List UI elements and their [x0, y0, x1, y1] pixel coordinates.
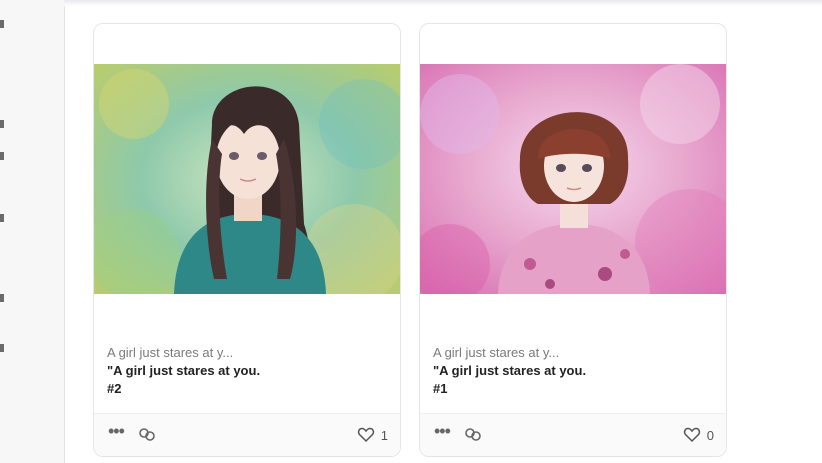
sidebar-mark [0, 120, 4, 128]
like-button[interactable]: 1 [357, 425, 388, 445]
heart-icon [683, 427, 700, 443]
artwork-number: #2 [107, 381, 122, 396]
header-shadow [64, 0, 822, 6]
heart-icon [357, 427, 374, 443]
artwork-full-title: "A girl just stares at you. [107, 363, 261, 378]
card-footer: ••• 1 [94, 413, 400, 456]
link-icon[interactable] [138, 426, 156, 442]
more-dots-icon[interactable]: ••• [434, 422, 454, 440]
like-count: 1 [380, 427, 388, 443]
sidebar-mark [0, 152, 4, 160]
sidebar-mark [0, 344, 4, 352]
sidebar-mark [0, 214, 4, 222]
artwork-card[interactable]: A girl just stares at y... "A girl just … [419, 23, 727, 457]
left-sidebar-strip [0, 0, 65, 463]
like-count: 0 [706, 427, 714, 443]
sidebar-mark [0, 20, 4, 28]
card-footer: ••• 0 [420, 413, 726, 456]
more-dots-icon[interactable]: ••• [108, 422, 128, 440]
artwork-meta: A girl just stares at y... "A girl just … [107, 344, 387, 398]
sidebar-mark [0, 294, 4, 302]
artwork-short-title[interactable]: A girl just stares at y... [433, 344, 713, 362]
artwork-image-girl-pink[interactable] [420, 64, 727, 294]
link-icon[interactable] [464, 426, 482, 442]
like-button[interactable]: 0 [683, 425, 714, 445]
artwork-number: #1 [433, 381, 448, 396]
artwork-short-title[interactable]: A girl just stares at y... [107, 344, 387, 362]
artwork-meta: A girl just stares at y... "A girl just … [433, 344, 713, 398]
artwork-full-title: "A girl just stares at you. [433, 363, 587, 378]
artwork-card[interactable]: A girl just stares at y... "A girl just … [93, 23, 401, 457]
artwork-image-girl-green[interactable] [94, 64, 401, 294]
